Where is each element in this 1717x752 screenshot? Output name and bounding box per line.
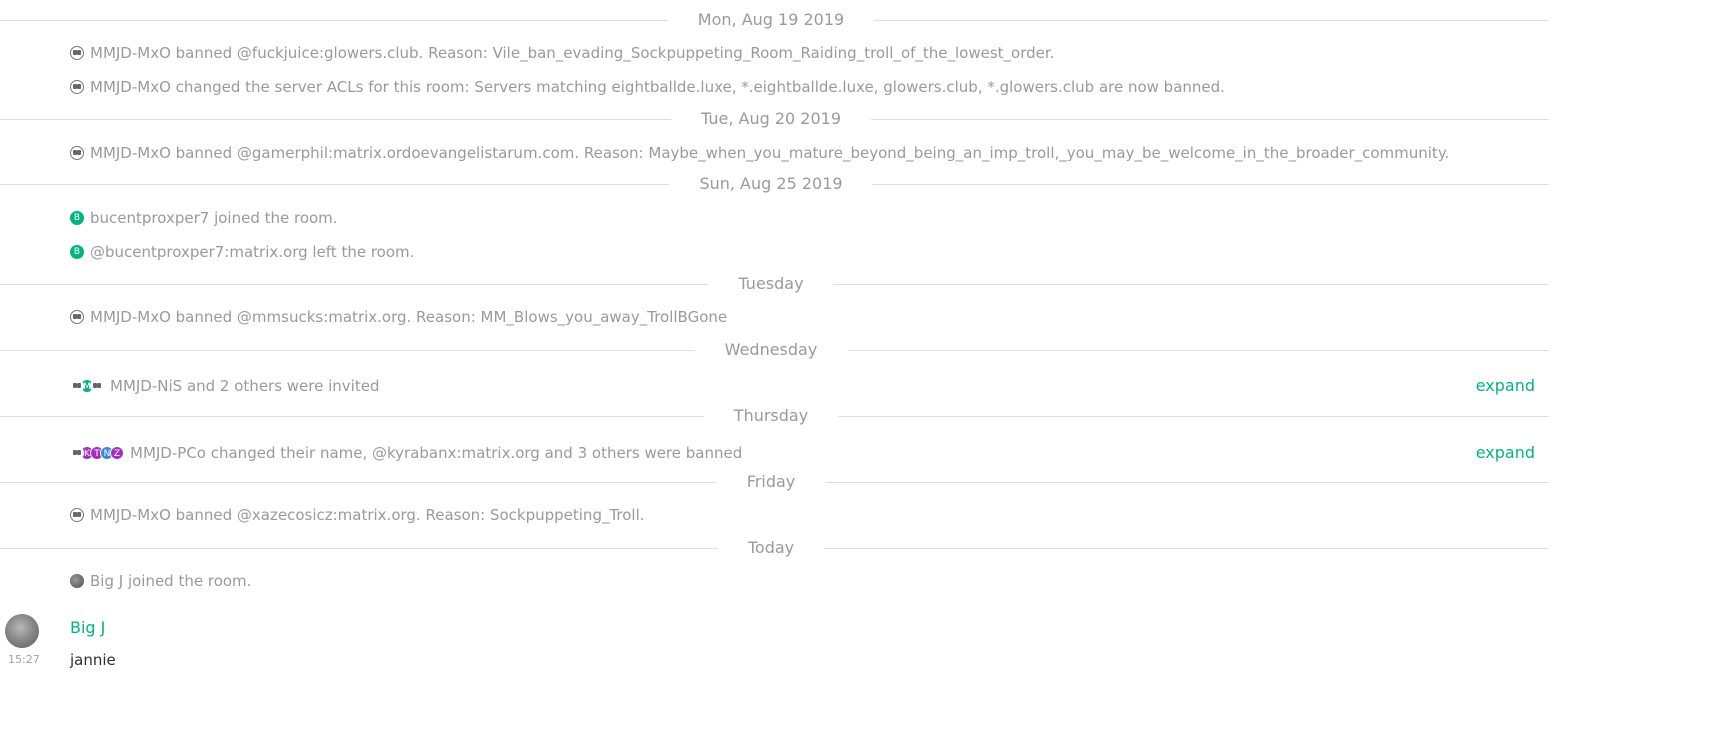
date-label: Tuesday — [708, 275, 834, 293]
event-text: MMJD-MxO banned @fuckjuice:glowers.club.… — [90, 44, 1055, 62]
ban-event: MMJD-MxO banned @fuckjuice:glowers.club.… — [70, 43, 1054, 63]
date-label: Tue, Aug 20 2019 — [671, 110, 871, 128]
date-separator: Today — [0, 539, 1549, 557]
mask-avatar-icon — [70, 310, 84, 324]
date-separator: Friday — [0, 473, 1549, 491]
date-label: Sun, Aug 25 2019 — [669, 175, 873, 193]
event-text: MMJD-MxO banned @gamerphil:matrix.ordoev… — [90, 144, 1450, 162]
date-separator: Sun, Aug 25 2019 — [0, 175, 1549, 193]
event-text: Big J joined the room. — [90, 572, 252, 590]
event-text: MMJD-NiS and 2 others were invited — [110, 377, 380, 395]
date-label: Today — [717, 539, 825, 557]
date-separator: Wednesday — [0, 341, 1549, 359]
sender-avatar[interactable] — [5, 614, 39, 648]
mask-avatar-icon — [90, 379, 104, 393]
message-body: jannie — [70, 651, 116, 669]
date-separator: Tuesday — [0, 275, 1549, 293]
date-label: Friday — [716, 473, 826, 491]
avatar-stack: M — [70, 379, 104, 393]
letter-avatar-icon: B — [70, 211, 84, 225]
ban-event: MMJD-MxO banned @xazecosicz:matrix.org. … — [70, 505, 645, 525]
letter-avatar-icon: B — [70, 245, 84, 259]
avatar-stack: K T N Z — [70, 446, 124, 460]
user-avatar-icon — [70, 574, 84, 588]
expand-link[interactable]: expand — [1476, 376, 1535, 395]
ban-event: MMJD-MxO banned @gamerphil:matrix.ordoev… — [70, 143, 1449, 163]
mask-avatar-icon — [70, 446, 84, 460]
mask-avatar-icon — [70, 46, 84, 60]
mask-avatar-icon — [70, 379, 84, 393]
date-label: Wednesday — [694, 341, 848, 359]
date-label: Thursday — [703, 407, 839, 425]
event-text: MMJD-PCo changed their name, @kyrabanx:m… — [130, 444, 743, 462]
invite-summary-event: M MMJD-NiS and 2 others were invited — [70, 376, 379, 396]
ban-summary-event: K T N Z MMJD-PCo changed their name, @ky… — [70, 443, 742, 463]
date-label: Mon, Aug 19 2019 — [667, 11, 875, 29]
join-event: Big J joined the room. — [70, 571, 251, 591]
letter-avatar-icon: Z — [110, 446, 124, 460]
join-event: B bucentproxper7 joined the room. — [70, 208, 338, 228]
event-text: bucentproxper7 joined the room. — [90, 209, 338, 227]
sender-name[interactable]: Big J — [70, 618, 105, 637]
expand-link[interactable]: expand — [1476, 443, 1535, 462]
date-separator: Mon, Aug 19 2019 — [0, 11, 1549, 29]
date-separator: Tue, Aug 20 2019 — [0, 110, 1549, 128]
event-text: @bucentproxper7:matrix.org left the room… — [90, 243, 415, 261]
mask-avatar-icon — [70, 508, 84, 522]
leave-event: B @bucentproxper7:matrix.org left the ro… — [70, 242, 414, 262]
event-text: MMJD-MxO banned @xazecosicz:matrix.org. … — [90, 506, 645, 524]
acl-event: MMJD-MxO changed the server ACLs for thi… — [70, 77, 1225, 97]
date-separator: Thursday — [0, 407, 1549, 425]
room-timeline: Mon, Aug 19 2019 MMJD-MxO banned @fuckju… — [0, 0, 1549, 752]
ban-event: MMJD-MxO banned @mmsucks:matrix.org. Rea… — [70, 307, 727, 327]
message-timestamp: 15:27 — [8, 653, 40, 666]
mask-avatar-icon — [70, 146, 84, 160]
mask-avatar-icon — [70, 80, 84, 94]
event-text: MMJD-MxO banned @mmsucks:matrix.org. Rea… — [90, 308, 728, 326]
event-text: MMJD-MxO changed the server ACLs for thi… — [90, 78, 1225, 96]
